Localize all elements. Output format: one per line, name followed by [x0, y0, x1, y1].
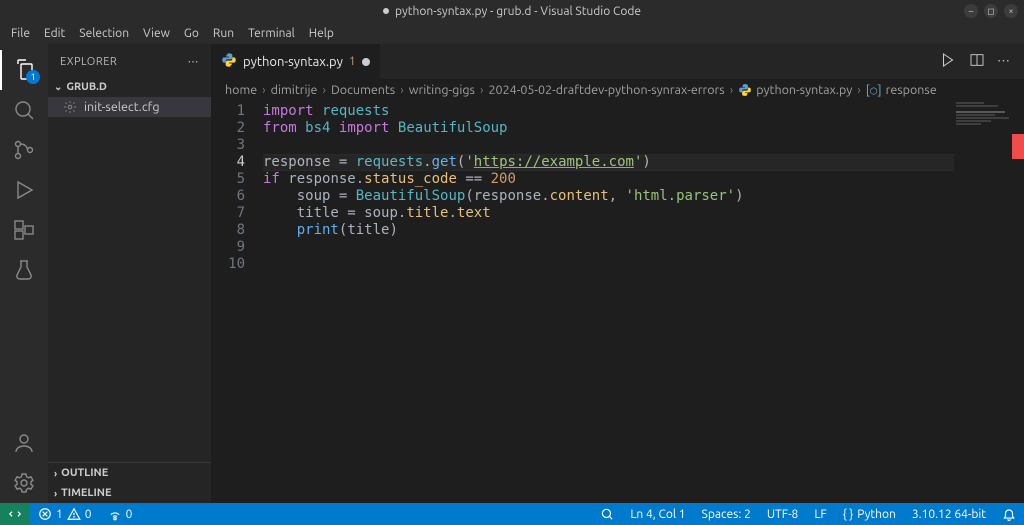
sidebar-header: EXPLORER ⋯ [48, 44, 211, 79]
main-area: 1 EXPLORER ⋯ ⌄ GRUB.D [0, 44, 1024, 503]
activity-bar: 1 [0, 44, 48, 503]
status-warning-count: 0 [85, 508, 92, 521]
status-bar: 1 0 0 Ln 4, Col 1 Spaces: 2 UTF-8 LF { }… [0, 503, 1024, 525]
more-actions-icon[interactable]: ⋯ [997, 54, 1012, 69]
menu-edit[interactable]: Edit [37, 25, 72, 42]
menu-run[interactable]: Run [206, 25, 241, 42]
editor-tab-problem-count: 1 [349, 55, 356, 68]
menu-help[interactable]: Help [302, 25, 341, 42]
activity-settings-icon[interactable] [0, 463, 48, 503]
sidebar-timeline-section[interactable]: › TIMELINE [48, 483, 211, 503]
window-close-button[interactable]: × [1004, 4, 1018, 18]
minimap[interactable] [954, 101, 1024, 503]
status-problems[interactable]: 1 0 [30, 503, 100, 525]
menu-go[interactable]: Go [177, 25, 206, 42]
sidebar-project-name: GRUB.D [66, 81, 107, 93]
breadcrumb[interactable]: home› dimitrije› Documents› writing-gigs… [211, 79, 1024, 101]
editor-area: python-syntax.py 1 ⋯ home› dimitrije› Do… [211, 44, 1024, 503]
window-minimize-button[interactable]: – [964, 4, 978, 18]
remote-indicator[interactable] [0, 503, 30, 525]
activity-debug-icon[interactable] [0, 170, 48, 210]
status-python-interpreter[interactable]: 3.10.12 64-bit [904, 503, 994, 525]
window-maximize-button[interactable]: ◻ [984, 4, 998, 18]
dirty-indicator-dot [362, 58, 370, 66]
sidebar-project-section[interactable]: ⌄ GRUB.D [48, 79, 211, 95]
activity-accounts-icon[interactable] [0, 423, 48, 463]
dirty-indicator-dot [383, 8, 389, 14]
editor-actions: ⋯ [939, 44, 1024, 79]
chevron-right-icon: › [54, 468, 57, 479]
sidebar-outline-label: OUTLINE [61, 467, 108, 479]
status-indentation[interactable]: Spaces: 2 [694, 503, 759, 525]
breadcrumb-item[interactable]: 2024-05-02-draftdev-python-synrax-errors [489, 83, 725, 97]
activity-badge: 1 [26, 70, 40, 84]
status-language-mode[interactable]: { }Python [835, 503, 904, 525]
split-editor-icon[interactable] [969, 52, 985, 71]
gear-file-icon [62, 99, 78, 115]
code-editor[interactable]: 1 2 3 4 5 6 7 8 9 10 import requests fro… [211, 101, 1024, 503]
editor-tab[interactable]: python-syntax.py 1 [211, 44, 381, 79]
status-notifications-icon[interactable] [994, 503, 1024, 525]
status-error-count: 1 [56, 508, 63, 521]
sidebar-outline-section[interactable]: › OUTLINE [48, 463, 211, 483]
run-button-icon[interactable] [939, 51, 957, 72]
activity-search-icon[interactable] [0, 90, 48, 130]
chevron-down-icon: ⌄ [54, 81, 62, 93]
status-feedback-icon[interactable] [592, 503, 622, 525]
menu-terminal[interactable]: Terminal [241, 25, 302, 42]
status-ports[interactable]: 0 [100, 503, 141, 525]
sidebar-explorer: EXPLORER ⋯ ⌄ GRUB.D init-select.cfg › OU… [48, 44, 211, 503]
sidebar-title: EXPLORER [60, 56, 117, 68]
file-tree-item[interactable]: init-select.cfg [48, 97, 211, 117]
menu-view[interactable]: View [136, 25, 177, 42]
activity-testing-icon[interactable] [0, 250, 48, 290]
breadcrumb-file[interactable]: python-syntax.py [738, 83, 852, 97]
menu-bar: File Edit Selection View Go Run Terminal… [0, 22, 1024, 44]
breadcrumb-symbol[interactable]: [⬡] response [866, 83, 937, 97]
menu-selection[interactable]: Selection [72, 25, 136, 42]
window-titlebar: python-syntax.py - grub.d - Visual Studi… [0, 0, 1024, 22]
chevron-right-icon: › [54, 488, 57, 499]
activity-extensions-icon[interactable] [0, 210, 48, 250]
activity-scm-icon[interactable] [0, 130, 48, 170]
error-overview-stripe[interactable] [1012, 134, 1024, 159]
menu-file[interactable]: File [4, 25, 37, 42]
line-number-gutter: 1 2 3 4 5 6 7 8 9 10 [211, 103, 263, 503]
sidebar-more-icon[interactable]: ⋯ [188, 55, 200, 68]
activity-explorer-icon[interactable]: 1 [0, 50, 48, 90]
editor-tab-label: python-syntax.py [243, 55, 343, 69]
status-line-col[interactable]: Ln 4, Col 1 [622, 503, 693, 525]
code-body[interactable]: import requests from bs4 import Beautifu… [263, 103, 1024, 503]
status-encoding[interactable]: UTF-8 [759, 503, 806, 525]
breadcrumb-item[interactable]: Documents [331, 83, 395, 97]
editor-tab-bar: python-syntax.py 1 ⋯ [211, 44, 1024, 79]
status-ports-count: 0 [126, 508, 133, 521]
sidebar-file-tree: init-select.cfg [48, 95, 211, 462]
window-title: python-syntax.py - grub.d - Visual Studi… [395, 5, 641, 18]
sidebar-timeline-label: TIMELINE [61, 487, 111, 499]
python-file-icon [221, 52, 237, 71]
status-eol[interactable]: LF [806, 503, 834, 525]
breadcrumb-item[interactable]: dimitrije [271, 83, 318, 97]
current-line-highlight [263, 154, 1024, 171]
breadcrumb-item[interactable]: writing-gigs [409, 83, 475, 97]
file-tree-item-label: init-select.cfg [84, 100, 160, 114]
breadcrumb-item[interactable]: home [225, 83, 257, 97]
